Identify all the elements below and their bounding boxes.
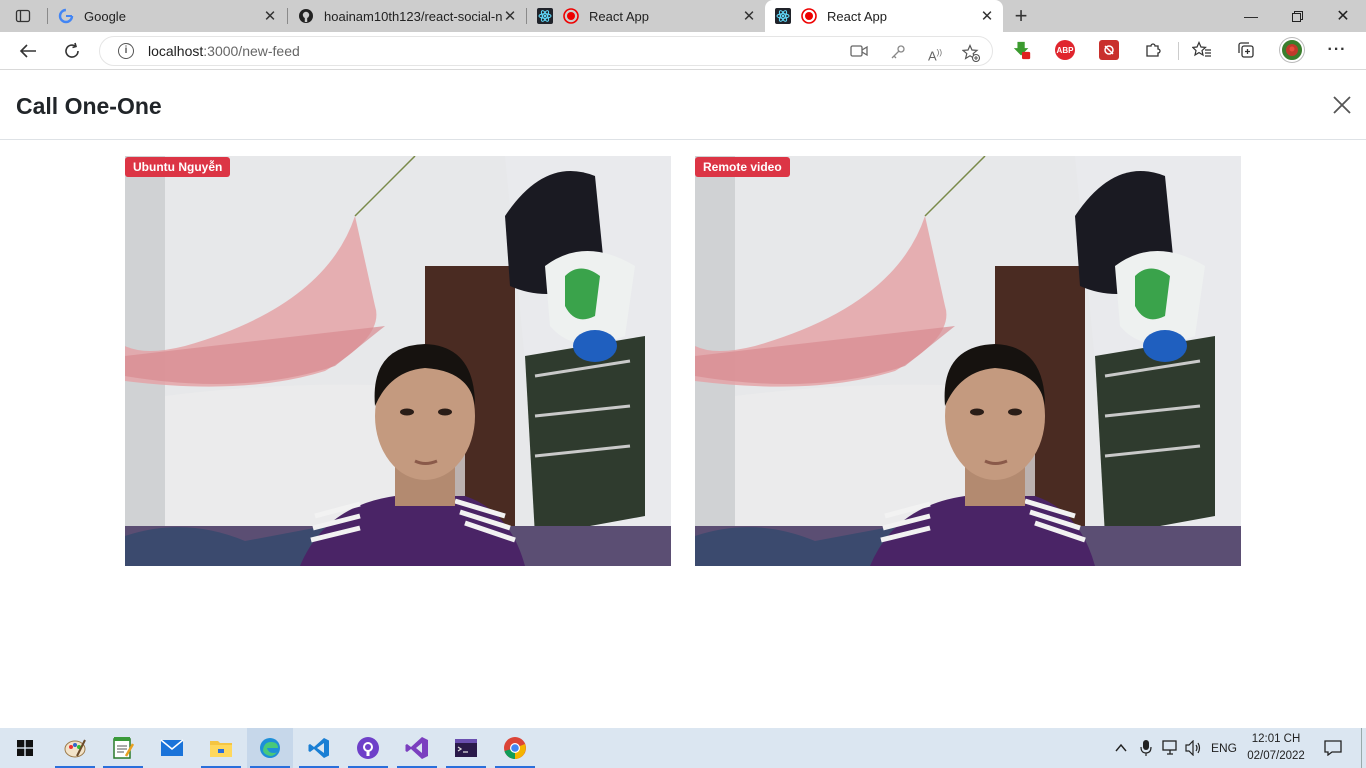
remote-video-label: Remote video [695,157,790,177]
close-tab-icon[interactable]: ✕ [502,7,518,25]
google-icon [58,8,74,24]
clock-date: 02/07/2022 [1247,750,1305,762]
show-desktop-button[interactable] [1361,728,1366,768]
notepad-icon[interactable] [100,728,146,768]
key-icon[interactable] [889,44,907,62]
restore-icon[interactable] [1274,0,1320,32]
url-bar[interactable]: i localhost:3000/new-feed A)) [99,36,993,66]
system-clock[interactable]: 12:01 CH 02/07/2022 [1238,731,1314,765]
favorite-add-icon[interactable] [961,44,981,63]
github-desktop-icon[interactable] [345,728,391,768]
react-icon [775,8,791,24]
tab-actions-icon[interactable] [8,1,38,31]
volume-icon[interactable] [1185,728,1203,768]
edge-icon[interactable] [247,728,293,768]
back-icon[interactable] [13,36,43,66]
mail-icon[interactable] [149,728,195,768]
microphone-icon[interactable] [1140,728,1152,768]
local-video-label: Ubuntu Nguyễn [125,157,231,177]
paint-icon[interactable] [52,728,98,768]
tab-title: hoainam10th123/react-social-ne [324,8,502,24]
collections-icon[interactable] [1236,40,1256,60]
local-video: Ubuntu Nguyễn [125,156,671,566]
remote-video: Remote video [695,156,1241,566]
camera-icon[interactable] [850,44,868,62]
video-frame-image [695,156,1241,566]
tab-title: React App [827,8,887,24]
close-window-icon[interactable]: ✕ [1320,0,1366,32]
extensions-puzzle-icon[interactable] [1143,40,1163,60]
notifications-icon[interactable] [1324,728,1342,768]
modal-title: Call One-One [16,93,162,119]
close-tab-icon[interactable]: ✕ [741,7,757,25]
read-aloud-icon[interactable]: A)) [926,44,944,63]
vscode-icon[interactable] [296,728,342,768]
tab-react-app-1[interactable]: React App ✕ [527,0,765,32]
clock-time: 12:01 CH [1251,733,1301,745]
network-icon[interactable] [1162,728,1180,768]
close-modal-icon[interactable] [1330,93,1354,117]
visual-studio-icon[interactable] [394,728,440,768]
minimize-icon[interactable]: — [1228,0,1274,32]
close-tab-icon[interactable]: ✕ [979,7,995,25]
download-extension-icon[interactable] [1012,40,1032,60]
video-frame-image [125,156,671,566]
show-hidden-icons[interactable] [1114,728,1128,768]
refresh-icon[interactable] [57,36,87,66]
file-explorer-icon[interactable] [198,728,244,768]
language-indicator[interactable]: ENG [1211,728,1237,768]
start-icon[interactable] [2,728,48,768]
recording-icon [563,8,579,24]
tab-google[interactable]: Google ✕ [48,0,286,32]
site-info-icon[interactable]: i [118,43,134,59]
tab-react-app-active[interactable]: React App ✕ [765,0,1003,32]
taskbar: ENG 12:01 CH 02/07/2022 [0,728,1366,768]
url-text: localhost:3000/new-feed [148,43,300,59]
red-square-extension-icon[interactable] [1099,40,1119,60]
tab-github[interactable]: hoainam10th123/react-social-ne ✕ [288,0,526,32]
react-icon [537,8,553,24]
settings-more-icon[interactable]: ··· [1327,40,1347,60]
favorites-icon[interactable] [1192,40,1212,60]
close-tab-icon[interactable]: ✕ [262,7,278,25]
browser-tab-bar: Google ✕ hoainam10th123/react-social-ne … [0,0,1366,32]
tab-title: Google [84,8,126,24]
chrome-icon[interactable] [492,728,538,768]
modal-header: Call One-One [0,70,1366,140]
recording-icon [801,8,817,24]
address-toolbar: i localhost:3000/new-feed A)) ABP ··· [0,32,1366,70]
adblock-plus-icon[interactable]: ABP [1055,40,1075,60]
new-tab-icon[interactable]: + [1006,1,1036,31]
profile-avatar[interactable] [1280,38,1304,62]
tab-title: React App [589,8,649,24]
github-icon [298,8,314,24]
terminal-icon[interactable] [443,728,489,768]
